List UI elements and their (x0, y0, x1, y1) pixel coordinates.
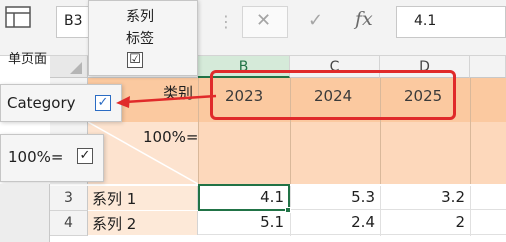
row-header-3[interactable]: 3 (50, 186, 88, 211)
formula-value: 4.1 (414, 13, 437, 29)
percent-checkbox[interactable]: ✓ (77, 148, 93, 164)
band-grid-line (470, 78, 471, 184)
active-cell-border (198, 184, 290, 211)
insert-function-button[interactable]: fx (355, 8, 373, 30)
cell-c4[interactable]: 2.4 (290, 213, 375, 231)
percent-header-cell[interactable]: 100%= (143, 128, 198, 146)
toolbar-grip: ⋮ (218, 12, 234, 31)
formula-input[interactable] (396, 6, 506, 38)
category-checkbox[interactable]: ✓ (95, 95, 111, 111)
cell-d3[interactable]: 3.2 (380, 188, 465, 206)
grid-line (470, 186, 471, 236)
check-icon[interactable]: ✓ (308, 10, 323, 31)
select-all-triangle (70, 62, 82, 74)
grid-line (380, 186, 381, 236)
column-header-e[interactable] (470, 56, 506, 78)
left-pane-edge (0, 184, 50, 242)
close-icon: ✕ (256, 10, 272, 31)
red-arrow (116, 94, 217, 108)
cell-c3[interactable]: 5.3 (290, 188, 375, 206)
percent-label: 100%= (8, 148, 64, 166)
page-layout-label[interactable]: 单页面 (8, 48, 47, 67)
cell-d4[interactable]: 2 (380, 213, 465, 231)
row-header-4[interactable]: 4 (50, 211, 88, 236)
page-layout-icon[interactable] (4, 4, 34, 34)
row-label: 系列 1 (92, 190, 137, 208)
category-label: Category (7, 94, 76, 112)
name-box-value: B3 (64, 13, 83, 29)
row-label: 系列 2 (92, 215, 137, 233)
fill-handle[interactable] (285, 207, 291, 213)
select-all-corner[interactable] (50, 56, 88, 78)
series-label-title: 系列 (126, 9, 154, 25)
year-highlight-box (210, 70, 456, 120)
series-label-checkbox[interactable]: ☑ (127, 52, 143, 68)
cell-b4[interactable]: 5.1 (198, 213, 284, 231)
series-label-title-2: 标签 (126, 31, 154, 47)
